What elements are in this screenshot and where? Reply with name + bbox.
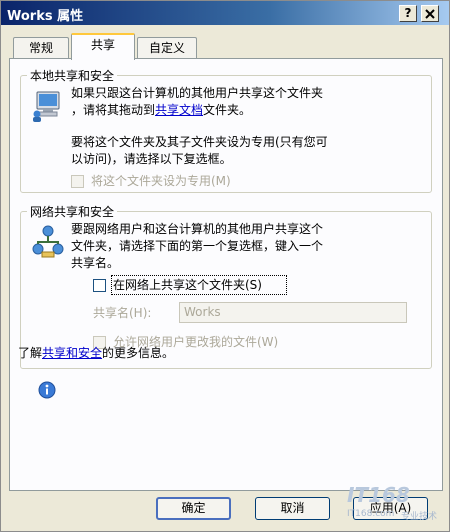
close-button[interactable] [421,5,439,22]
share-on-network-checkbox[interactable] [93,279,106,292]
learn-more-pre: 了解 [18,346,43,360]
watermark-brand: IT168 [347,483,410,507]
properties-window: Works 属性 ? 常规 共享 自定义 本地共享和安全 如果只跟这台计算机的其… [0,0,450,532]
share-name-label: 共享名(H): [93,306,152,320]
window-title: Works 属性 [7,9,84,24]
info-icon [38,381,56,399]
share-name-input[interactable]: Works [179,302,407,323]
close-icon [425,9,435,19]
tab-general[interactable]: 常规 [13,37,69,59]
network-text-line1: 要跟网络用户和这台计算机的其他用户共享这个 [71,222,324,236]
network-sharing-group-title: 网络共享和安全 [27,203,118,220]
local-text-line2: ，请将其拖动到共享文档文件夹。 [71,101,251,119]
sharing-security-link[interactable]: 共享和安全 [42,346,102,360]
local-text-line1: 如果只跟这台计算机的其他用户共享这个文件夹 [71,86,324,100]
tab-sharing[interactable]: 共享 [71,33,135,60]
learn-more-post: 的更多信息。 [102,346,175,360]
watermark-site: IT168.com [347,509,395,519]
ok-button[interactable]: 确定 [156,497,231,520]
cancel-button[interactable]: 取消 [255,497,330,520]
sharing-panel: 本地共享和安全 如果只跟这台计算机的其他用户共享这个文件夹 ，请将其拖动到共享文… [9,58,443,491]
local-sharing-group-title: 本地共享和安全 [27,67,118,84]
private-checkbox[interactable] [71,175,84,188]
title-bar[interactable]: Works 属性 ? [1,1,449,25]
private-checkbox-label: 将这个文件夹设为专用(M) [91,174,231,188]
network-share-icon [32,225,64,258]
local-text-line2-post: 文件夹。 [203,103,252,117]
local-text-line4: 以访问)，请选择以下复选框。 [71,152,232,166]
share-on-network-label[interactable]: 在网络上共享这个文件夹(S) [113,276,262,294]
shared-documents-link[interactable]: 共享文档 [155,103,203,117]
it168-watermark: IT168 IT168.com 专业技术 [341,479,449,529]
local-text-line2-pre: ，请将其拖动到 [71,103,156,117]
learn-more-text: 了解共享和安全的更多信息。 [18,344,174,362]
help-button[interactable]: ? [399,5,417,22]
computer-users-icon [33,91,60,122]
network-text-line3: 共享名。 [71,256,120,270]
tab-customize[interactable]: 自定义 [137,37,197,59]
network-text-line2: 文件夹，请选择下面的第一个复选框，键入一个 [71,239,324,253]
watermark-slogan: 专业技术 [401,512,438,522]
local-text-line3: 要将这个文件夹及其子文件夹设为专用(只有您可 [71,135,328,149]
local-sharing-group: 本地共享和安全 如果只跟这台计算机的其他用户共享这个文件夹 ，请将其拖动到共享文… [20,67,432,193]
